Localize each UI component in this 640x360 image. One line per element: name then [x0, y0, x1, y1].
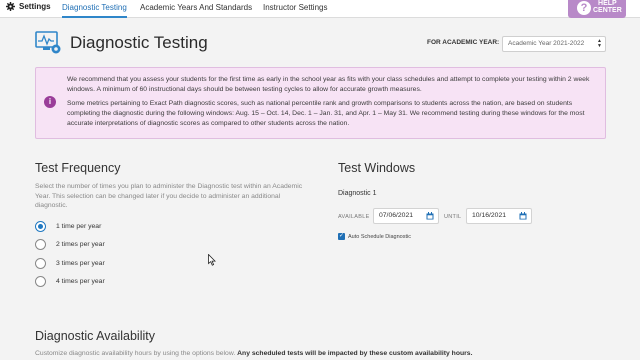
auto-schedule-label: Auto Schedule Diagnostic: [348, 233, 411, 240]
frequency-option-label: 2 times per year: [56, 241, 105, 248]
info-notice: i We recommend that you assess your stud…: [35, 67, 606, 139]
help-line-1: HELP: [598, 0, 617, 7]
notice-paragraph-1: We recommend that you assess your studen…: [67, 76, 590, 93]
academic-year-value: Academic Year 2021-2022: [508, 40, 585, 47]
help-center-button[interactable]: ? HELP CENTER: [568, 0, 626, 18]
frequency-option-label: 3 times per year: [56, 260, 105, 267]
academic-year-label: FOR ACADEMIC YEAR:: [427, 39, 500, 46]
diagnostic-monitor-icon: [35, 31, 61, 54]
auto-schedule-option[interactable]: ✓ Auto Schedule Diagnostic: [338, 233, 411, 240]
frequency-option-label: 4 times per year: [56, 278, 105, 285]
calendar-icon[interactable]: [426, 212, 434, 220]
frequency-option-4[interactable]: 4 times per year: [35, 276, 105, 287]
until-label: UNTIL: [444, 214, 462, 220]
radio-button[interactable]: [35, 276, 46, 287]
until-date-input[interactable]: 10/16/2021: [466, 208, 532, 224]
question-mark-icon: ?: [577, 1, 591, 15]
auto-schedule-checkbox[interactable]: ✓: [338, 233, 345, 240]
frequency-option-2[interactable]: 2 times per year: [35, 239, 105, 250]
frequency-option-1[interactable]: 1 time per year: [35, 221, 101, 232]
radio-button-selected[interactable]: [35, 221, 46, 232]
academic-year-select[interactable]: Academic Year 2021-2022 ▲ ▼: [502, 36, 606, 52]
tab-instructor-settings[interactable]: Instructor Settings: [263, 3, 327, 12]
radio-button[interactable]: [35, 239, 46, 250]
settings-heading: Settings: [6, 2, 51, 11]
availability-desc-plain: Customize diagnostic availability hours …: [35, 350, 236, 357]
help-line-2: CENTER: [593, 7, 622, 14]
test-frequency-description: Select the number of times you plan to a…: [35, 183, 303, 209]
tab-diagnostic-testing[interactable]: Diagnostic Testing: [62, 3, 127, 18]
diagnostic-1-label: Diagnostic 1: [338, 190, 377, 197]
top-nav: Settings Diagnostic Testing Academic Yea…: [0, 0, 640, 18]
available-label: AVAILABLE: [338, 214, 370, 220]
frequency-option-3[interactable]: 3 times per year: [35, 258, 105, 269]
mouse-cursor-icon: [208, 254, 216, 266]
page-title: Diagnostic Testing: [70, 33, 208, 52]
availability-desc-bold: Any scheduled tests will be impacted by …: [237, 350, 473, 357]
until-date-value: 10/16/2021: [472, 212, 507, 219]
test-windows-title: Test Windows: [338, 161, 416, 175]
diagnostic-availability-title: Diagnostic Availability: [35, 329, 155, 343]
notice-paragraph-2: Some metrics pertaining to Exact Path di…: [67, 100, 585, 127]
available-date-input[interactable]: 07/06/2021: [373, 208, 439, 224]
help-center-label: HELP CENTER: [593, 0, 622, 14]
select-arrows-icon: ▲ ▼: [597, 38, 602, 49]
calendar-icon[interactable]: [519, 212, 527, 220]
available-date-value: 07/06/2021: [379, 212, 414, 219]
frequency-option-label: 1 time per year: [56, 223, 102, 230]
info-icon: i: [44, 96, 56, 108]
radio-button[interactable]: [35, 258, 46, 269]
settings-label: Settings: [19, 2, 51, 11]
tab-academic-years-and-standards[interactable]: Academic Years And Standards: [140, 3, 252, 12]
gear-icon: [6, 2, 15, 11]
diagnostic-availability-description: Customize diagnostic availability hours …: [35, 350, 472, 357]
test-frequency-title: Test Frequency: [35, 161, 121, 175]
